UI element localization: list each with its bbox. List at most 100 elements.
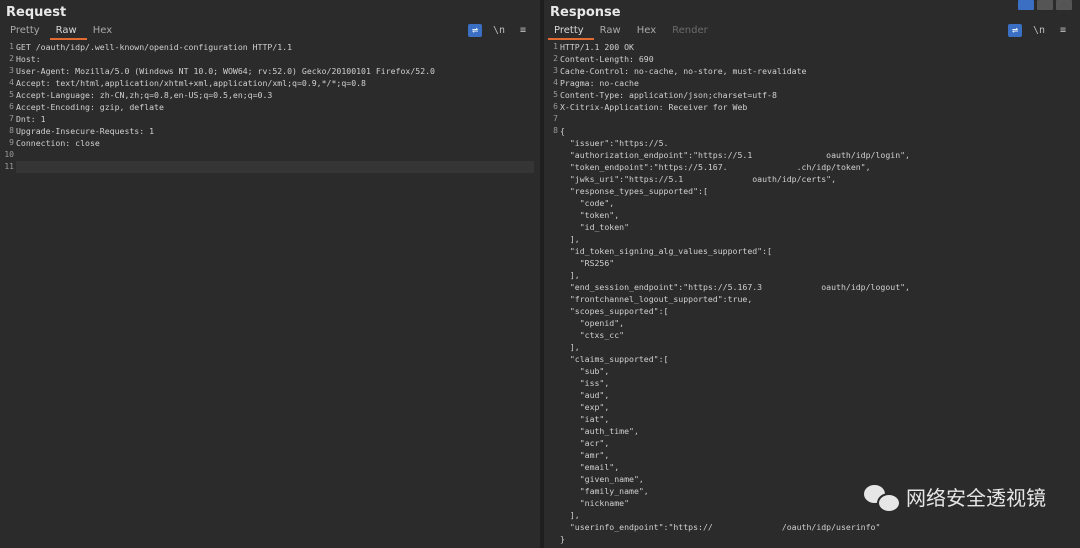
line-number: [544, 161, 558, 173]
line-number: [544, 437, 558, 449]
code-line[interactable]: "openid",: [560, 317, 1074, 329]
code-line[interactable]: "authorization_endpoint":"https://5.1 oa…: [560, 149, 1074, 161]
code-line[interactable]: User-Agent: Mozilla/5.0 (Windows NT 10.0…: [16, 65, 534, 77]
code-line[interactable]: "jwks_uri":"https://5.1 oauth/idp/certs"…: [560, 173, 1074, 185]
code-line[interactable]: "userinfo_endpoint":"https:// /oauth/idp…: [560, 521, 1074, 533]
tab-pretty[interactable]: Pretty: [4, 24, 50, 40]
code-line[interactable]: "email",: [560, 461, 1074, 473]
code-line[interactable]: "response_types_supported":[: [560, 185, 1074, 197]
code-line[interactable]: X-Citrix-Application: Receiver for Web: [560, 101, 1074, 113]
code-line[interactable]: "id_token": [560, 221, 1074, 233]
code-line[interactable]: Accept: text/html,application/xhtml+xml,…: [16, 77, 534, 89]
code-line[interactable]: "sub",: [560, 365, 1074, 377]
layout-stacked-icon[interactable]: [1037, 0, 1053, 10]
code-line[interactable]: "claims_supported":[: [560, 353, 1074, 365]
line-number: [544, 497, 558, 509]
line-number: 2: [553, 54, 558, 63]
code-line[interactable]: "aud",: [560, 389, 1074, 401]
request-tools: ⇌ \n ≡: [468, 24, 530, 37]
code-line[interactable]: "iat",: [560, 413, 1074, 425]
tab-raw[interactable]: Raw: [594, 24, 631, 40]
code-line[interactable]: Upgrade-Insecure-Requests: 1: [16, 125, 534, 137]
request-tabs: Pretty Raw Hex: [4, 24, 122, 40]
code-line[interactable]: [16, 161, 534, 173]
line-number: [544, 341, 558, 353]
request-pane: Request Pretty Raw Hex ⇌ \n ≡ 1234567891…: [0, 0, 540, 548]
tab-raw[interactable]: Raw: [49, 24, 87, 40]
tab-render[interactable]: Render: [666, 24, 718, 40]
tab-pretty[interactable]: Pretty: [548, 24, 594, 40]
line-number: [544, 221, 558, 233]
response-tools: ⇌ \n ≡: [1008, 24, 1070, 37]
newline-toggle[interactable]: \n: [1032, 24, 1046, 37]
code-line[interactable]: "amr",: [560, 449, 1074, 461]
code-line[interactable]: "frontchannel_logout_supported":true,: [560, 293, 1074, 305]
code-line[interactable]: GET /oauth/idp/.well-known/openid-config…: [16, 41, 534, 53]
request-body[interactable]: GET /oauth/idp/.well-known/openid-config…: [16, 41, 534, 173]
line-number: [544, 425, 558, 437]
code-line[interactable]: Accept-Encoding: gzip, deflate: [16, 101, 534, 113]
line-number: 4: [553, 78, 558, 87]
code-line[interactable]: Pragma: no-cache: [560, 77, 1074, 89]
code-line[interactable]: "end_session_endpoint":"https://5.167.3 …: [560, 281, 1074, 293]
newline-toggle[interactable]: \n: [492, 24, 506, 37]
watermark-text: 网络安全透视镜: [906, 486, 1046, 510]
code-line[interactable]: ],: [560, 341, 1074, 353]
code-line[interactable]: Content-Type: application/json;charset=u…: [560, 89, 1074, 101]
line-number: [544, 329, 558, 341]
code-line[interactable]: "auth_time",: [560, 425, 1074, 437]
code-line[interactable]: [16, 149, 534, 161]
code-line[interactable]: "id_token_signing_alg_values_supported":…: [560, 245, 1074, 257]
line-number: 10: [4, 150, 14, 159]
line-number: 5: [553, 90, 558, 99]
code-line[interactable]: }: [560, 533, 1074, 545]
code-line[interactable]: ],: [560, 233, 1074, 245]
code-line[interactable]: Dnt: 1: [16, 113, 534, 125]
code-line[interactable]: "RS256": [560, 257, 1074, 269]
line-number: [544, 233, 558, 245]
response-line-numbers: 1 2 3 4 5 6 7 8: [544, 41, 558, 545]
line-number: 2: [9, 54, 14, 63]
code-line[interactable]: "issuer":"https://5.: [560, 137, 1074, 149]
request-editor[interactable]: 1 2 3 4 5 6 7 8 9 10 11 GET /oauth/idp/.well-known…: [0, 41, 540, 548]
wrap-icon[interactable]: ⇌: [468, 24, 482, 37]
line-number: [544, 413, 558, 425]
code-line[interactable]: "code",: [560, 197, 1074, 209]
code-line[interactable]: [560, 113, 1074, 125]
response-body[interactable]: HTTP/1.1 200 OK Content-Length: 690 Cache-…: [560, 41, 1074, 545]
line-number: [544, 389, 558, 401]
code-line[interactable]: "scopes_supported":[: [560, 305, 1074, 317]
wrap-icon[interactable]: ⇌: [1008, 24, 1022, 37]
code-line[interactable]: HTTP/1.1 200 OK: [560, 41, 1074, 53]
line-number: [544, 185, 558, 197]
code-line[interactable]: Accept-Language: zh-CN,zh;q=0.8,en-US;q=…: [16, 89, 534, 101]
code-line[interactable]: "iss",: [560, 377, 1074, 389]
code-line[interactable]: "exp",: [560, 401, 1074, 413]
code-line[interactable]: Cache-Control: no-cache, no-store, must-…: [560, 65, 1074, 77]
layout-switch: [1018, 0, 1072, 10]
tab-hex[interactable]: Hex: [87, 24, 122, 40]
layout-side-by-side-icon[interactable]: [1018, 0, 1034, 10]
code-line[interactable]: "ctxs_cc": [560, 329, 1074, 341]
code-line[interactable]: Connection: close: [16, 137, 534, 149]
code-line[interactable]: Content-Length: 690: [560, 53, 1074, 65]
code-line[interactable]: "token_endpoint":"https://5.167. .ch/idp…: [560, 161, 1074, 173]
code-line[interactable]: "token",: [560, 209, 1074, 221]
line-number: [544, 245, 558, 257]
line-number: 11: [4, 162, 14, 171]
menu-icon[interactable]: ≡: [516, 24, 530, 37]
code-line[interactable]: ],: [560, 269, 1074, 281]
watermark: 网络安全透视镜: [864, 482, 1046, 513]
line-number: 9: [9, 138, 14, 147]
line-number: 8: [9, 126, 14, 135]
menu-icon[interactable]: ≡: [1056, 24, 1070, 37]
layout-tabs-icon[interactable]: [1056, 0, 1072, 10]
code-line[interactable]: Host:: [16, 53, 534, 65]
line-number: [544, 485, 558, 497]
response-editor[interactable]: 1 2 3 4 5 6 7 8 HTTP/1.1 200 OK Content-Length: …: [544, 41, 1080, 548]
line-number: [544, 473, 558, 485]
code-line[interactable]: "acr",: [560, 437, 1074, 449]
line-number: [544, 401, 558, 413]
code-line[interactable]: {: [560, 125, 1074, 137]
tab-hex[interactable]: Hex: [631, 24, 666, 40]
